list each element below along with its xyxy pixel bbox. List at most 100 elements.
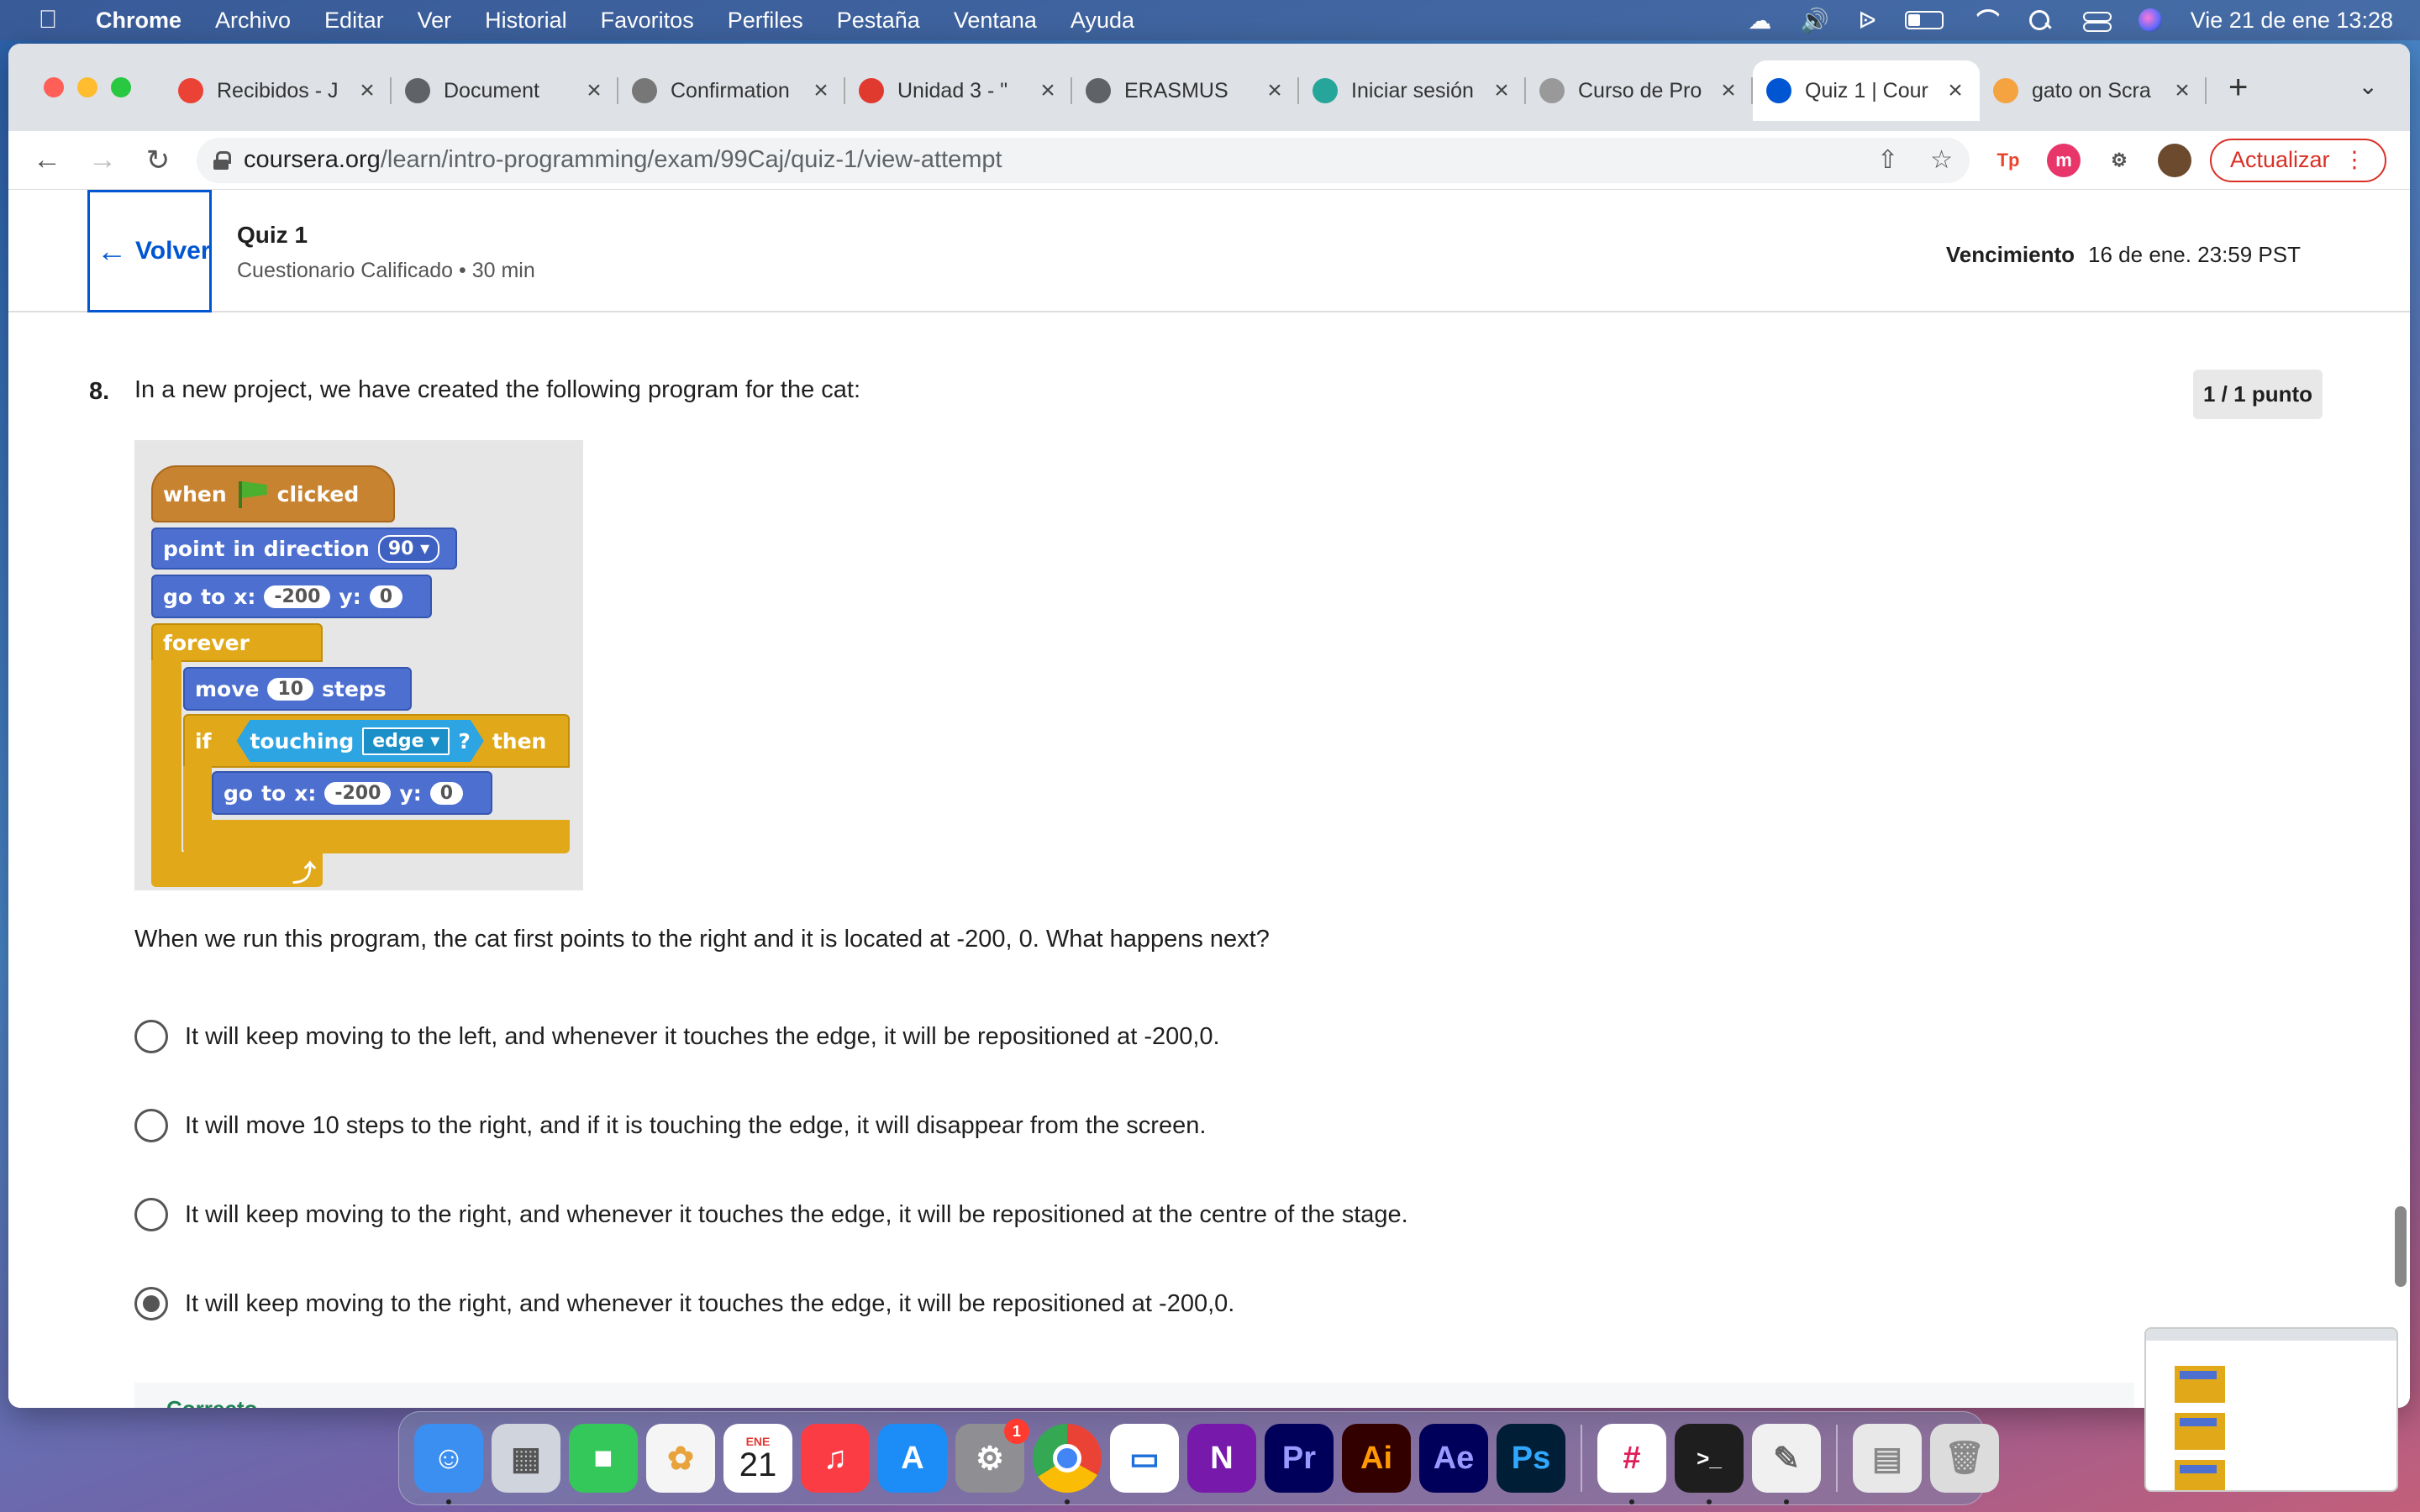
radio-option-3[interactable] — [134, 1198, 168, 1231]
tab-close-icon[interactable]: × — [356, 76, 378, 105]
gear-icon: ⚙ — [975, 1441, 1005, 1477]
profile-avatar[interactable] — [2158, 143, 2191, 177]
dock-keynote[interactable]: ▭ — [1110, 1424, 1179, 1493]
dock-illustrator[interactable]: Ai — [1342, 1424, 1411, 1493]
coursera-icon — [1766, 78, 1791, 103]
tab-search-chevron-icon[interactable]: ⌄ — [2359, 72, 2378, 100]
touching-value: edge — [372, 730, 424, 752]
menu-ver[interactable]: Ver — [418, 8, 452, 34]
lock-icon[interactable] — [213, 150, 231, 170]
radio-option-1[interactable] — [134, 1020, 168, 1053]
dock-trash[interactable]: 🗑 — [1930, 1424, 1999, 1493]
answer-option-4[interactable]: It will keep moving to the right, and wh… — [134, 1287, 1234, 1320]
tab-close-icon[interactable]: × — [583, 76, 605, 105]
scratch-icon — [1993, 78, 2018, 103]
tab-close-icon[interactable]: × — [1264, 76, 1286, 105]
go-to-xy-block: go to x: -200 y: 0 — [151, 575, 432, 618]
dock-onenote[interactable]: N — [1187, 1424, 1256, 1493]
menu-pestana[interactable]: Pestaña — [837, 8, 920, 34]
menu-archivo[interactable]: Archivo — [215, 8, 291, 34]
dock-document-stack[interactable]: ▤ — [1853, 1424, 1922, 1493]
dock-terminal[interactable]: >_ — [1675, 1424, 1744, 1504]
feedback-box — [134, 1383, 2134, 1408]
back-arrow-icon[interactable]: ← — [30, 144, 64, 176]
menu-ayuda[interactable]: Ayuda — [1071, 8, 1134, 34]
back-button[interactable]: ← Volver — [87, 190, 212, 312]
page-scrollbar[interactable] — [2395, 1206, 2407, 1287]
block-text-to: to — [201, 584, 226, 609]
tab-close-icon[interactable]: × — [1944, 76, 1966, 105]
dock-finder[interactable]: ☺ — [414, 1424, 483, 1504]
when-flag-clicked-block: when clicked — [151, 465, 395, 522]
creative-cloud-icon[interactable]: ☁ — [1748, 7, 1771, 34]
premiere-icon: Pr — [1281, 1440, 1317, 1476]
dock-chrome[interactable] — [1033, 1424, 1102, 1504]
running-indicator — [1784, 1499, 1789, 1504]
menu-editar[interactable]: Editar — [324, 8, 384, 34]
tab-close-icon[interactable]: × — [1718, 76, 1739, 105]
battery-icon[interactable] — [1904, 11, 1944, 29]
dock-textedit[interactable]: ✎ — [1752, 1424, 1821, 1504]
close-window-button[interactable] — [44, 77, 64, 97]
more-vertical-icon[interactable]: ⋮ — [2344, 147, 2366, 173]
dock-facetime[interactable]: ■ — [569, 1424, 638, 1493]
dock-system-preferences[interactable]: ⚙ 1 — [955, 1419, 1029, 1493]
dock-app-store[interactable]: A — [878, 1424, 947, 1493]
tab-6[interactable]: Iniciar sesión × — [1299, 60, 1526, 121]
bookmark-star-icon[interactable]: ☆ — [1930, 145, 1953, 175]
tab-5[interactable]: ERASMUS × — [1072, 60, 1299, 121]
tp-extension-icon[interactable]: Tp — [1991, 144, 2025, 177]
dock-slack[interactable]: # — [1597, 1424, 1666, 1504]
radio-option-2[interactable] — [134, 1109, 168, 1142]
dock-music[interactable]: ♫ — [801, 1424, 870, 1493]
radio-option-4-selected[interactable] — [134, 1287, 168, 1320]
tab-close-icon[interactable]: × — [2171, 76, 2193, 105]
tab-4[interactable]: Unidad 3 - " × — [845, 60, 1072, 121]
apple-menu-icon[interactable]:  — [22, 6, 74, 34]
address-bar[interactable]: coursera.org/learn/intro-programming/exa… — [197, 137, 1970, 183]
siri-icon[interactable] — [2138, 8, 2162, 32]
tab-close-icon[interactable]: × — [1491, 76, 1512, 105]
zoom-window-button[interactable] — [111, 77, 131, 97]
control-center-icon[interactable] — [2082, 9, 2112, 32]
answer-option-2[interactable]: It will move 10 steps to the right, and … — [134, 1109, 1206, 1142]
extensions-puzzle-icon[interactable]: ⚙ — [2102, 144, 2136, 177]
tab-2[interactable]: Document × — [392, 60, 618, 121]
tab-7[interactable]: Curso de Pro × — [1526, 60, 1753, 121]
menubar-clock[interactable]: Vie 21 de ene 13:28 — [2191, 8, 2393, 34]
wifi-icon[interactable] — [1972, 9, 1999, 31]
dock-launchpad[interactable]: ▦ — [492, 1424, 560, 1493]
tab-9[interactable]: gato on Scra × — [1980, 60, 2207, 121]
tab-close-icon[interactable]: × — [1037, 76, 1059, 105]
bluetooth-icon[interactable]: ᐉ — [1858, 7, 1876, 34]
tab-title: ERASMUS — [1124, 78, 1228, 102]
minimize-window-button[interactable] — [77, 77, 97, 97]
menu-historial[interactable]: Historial — [485, 8, 567, 34]
menu-perfiles[interactable]: Perfiles — [728, 8, 803, 34]
spotlight-search-icon[interactable] — [2028, 9, 2054, 31]
tab-1[interactable]: Recibidos - J × — [165, 60, 392, 121]
answer-option-1[interactable]: It will keep moving to the left, and whe… — [134, 1020, 1220, 1053]
tab-close-icon[interactable]: × — [810, 76, 832, 105]
menu-app-chrome[interactable]: Chrome — [96, 8, 182, 34]
new-tab-button[interactable]: + — [2228, 69, 2248, 107]
dock-photoshop[interactable]: Ps — [1497, 1424, 1565, 1493]
menu-favoritos[interactable]: Favoritos — [601, 8, 694, 34]
dock-photos[interactable]: ✿ — [646, 1424, 715, 1493]
update-button[interactable]: Actualizar ⋮ — [2210, 138, 2386, 182]
menu-ventana[interactable]: Ventana — [954, 8, 1037, 34]
forward-arrow-icon[interactable]: → — [86, 144, 119, 176]
tab-3[interactable]: Confirmation × — [618, 60, 845, 121]
dock-after-effects[interactable]: Ae — [1419, 1424, 1488, 1493]
dock-premiere[interactable]: Pr — [1265, 1424, 1334, 1493]
reload-icon[interactable]: ↻ — [141, 144, 175, 177]
screenshot-thumbnail-preview[interactable] — [2144, 1327, 2398, 1492]
mendeley-extension-icon[interactable]: m — [2047, 143, 2081, 177]
tab-8[interactable]: Quiz 1 | Cour × — [1753, 60, 1980, 121]
volume-icon[interactable]: 🔊 — [1800, 7, 1829, 34]
due-value: 16 de ene. 23:59 PST — [2088, 242, 2301, 267]
option-4-text: It will keep moving to the right, and wh… — [185, 1289, 1235, 1317]
dock-calendar[interactable]: ENE 21 — [723, 1424, 792, 1493]
answer-option-3[interactable]: It will keep moving to the right, and wh… — [134, 1198, 1408, 1231]
share-icon[interactable]: ⇧ — [1877, 145, 1898, 175]
